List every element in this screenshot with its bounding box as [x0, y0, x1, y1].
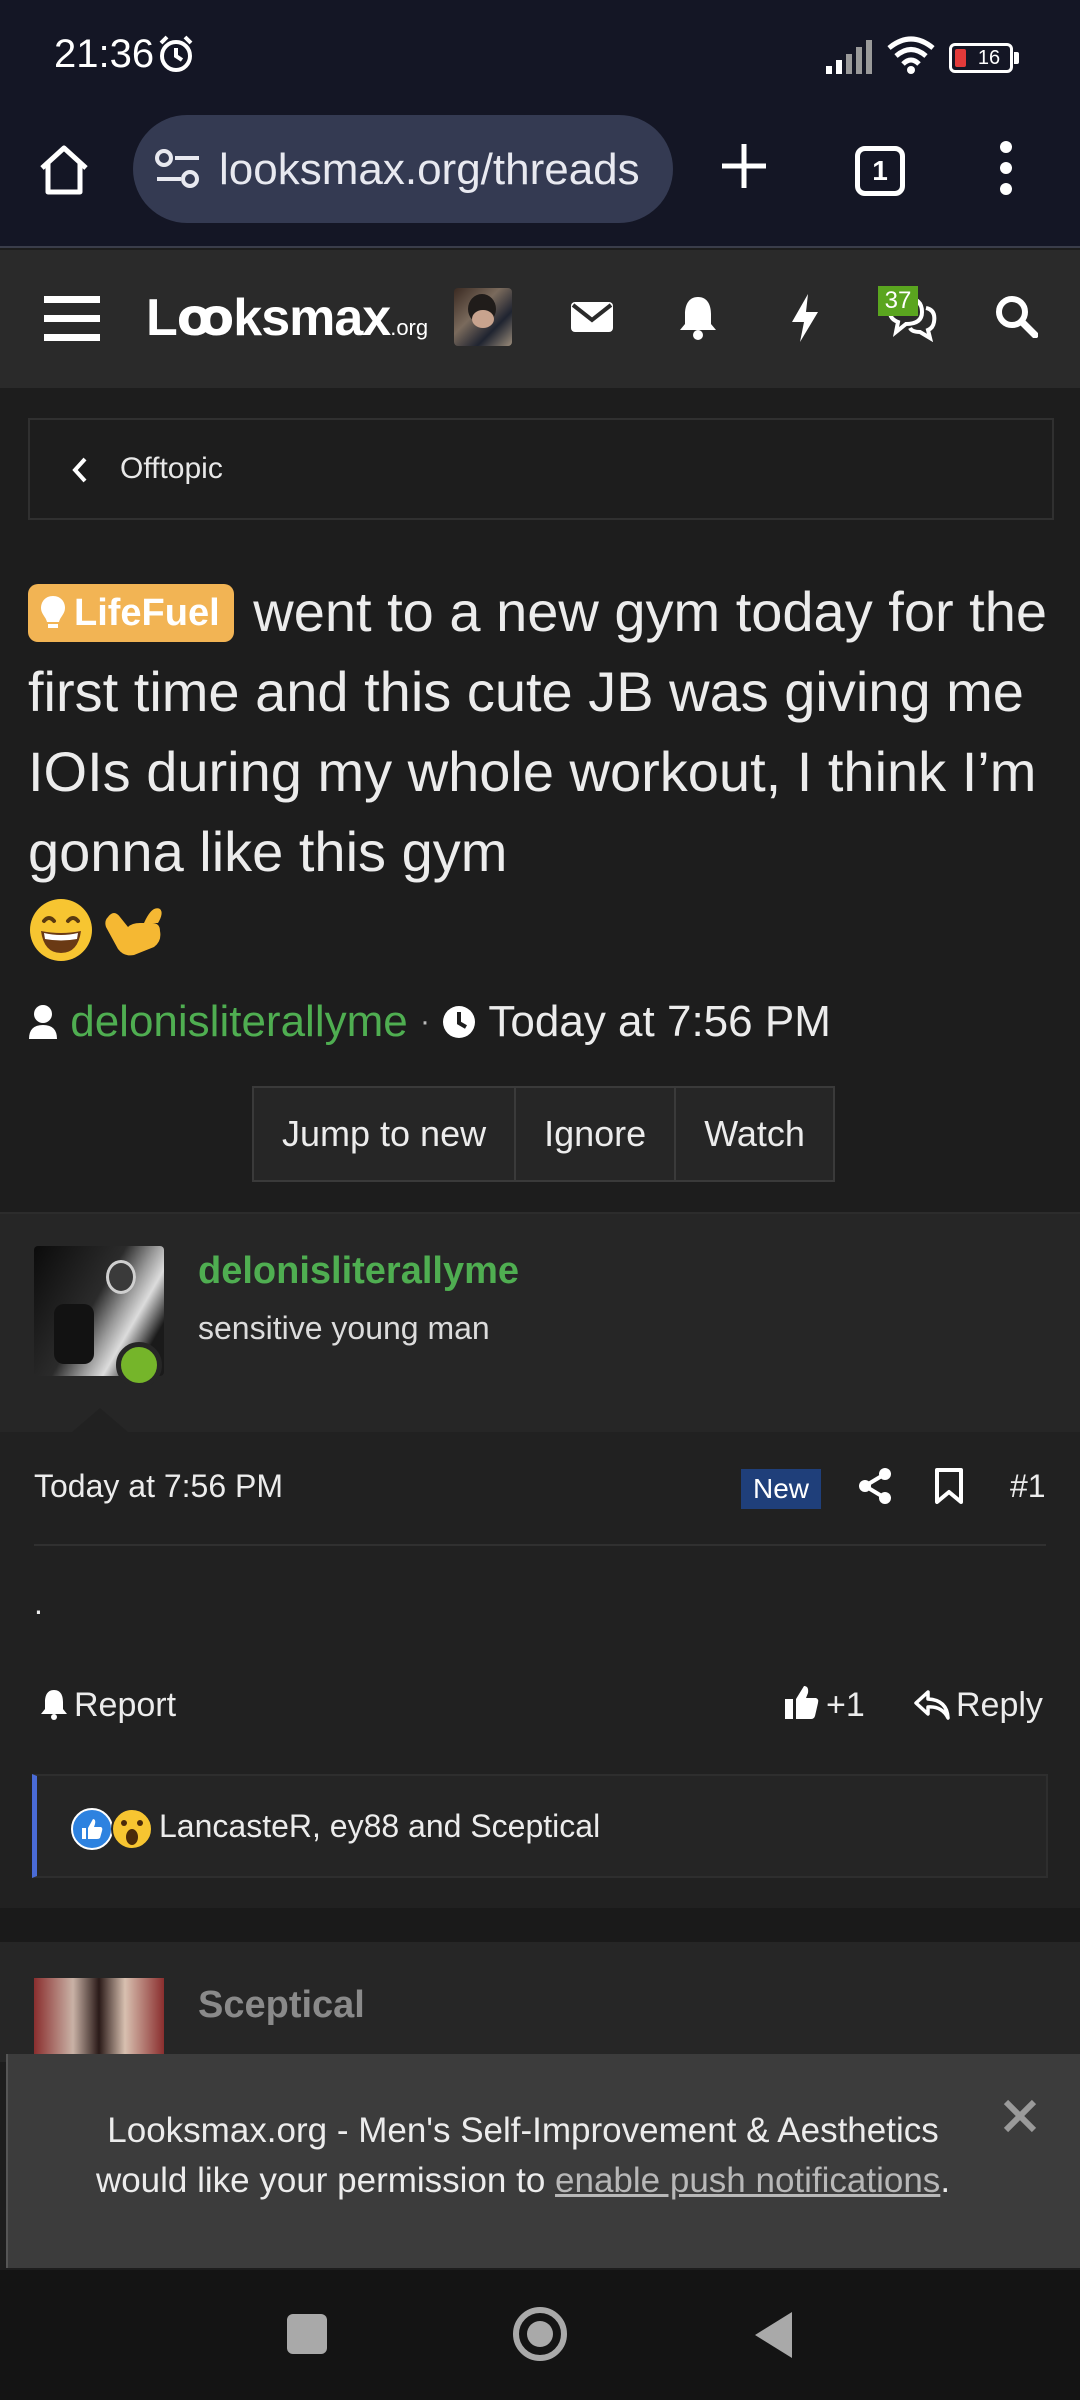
tab-switcher-button[interactable]: 1	[855, 146, 905, 196]
whats-new-icon[interactable]	[790, 294, 820, 342]
push-notice-line1: Looksmax.org - Men's Self-Improvement & …	[107, 2111, 939, 2150]
report-button[interactable]: Report	[40, 1686, 176, 1725]
push-notice-period: .	[940, 2161, 951, 2200]
battery-level: 16	[977, 47, 1001, 69]
account-avatar[interactable]	[454, 288, 512, 346]
reply-button[interactable]: Reply	[914, 1686, 1043, 1725]
jump-to-new-button[interactable]: Jump to new	[254, 1088, 517, 1180]
home-icon[interactable]	[36, 142, 92, 198]
thread-author-link[interactable]: delonisliterallyme	[70, 997, 407, 1047]
call-me-hand-emoji	[105, 908, 162, 956]
post-content: .	[34, 1585, 43, 1621]
reactions-bar[interactable]: LancasteR, ey88 and Sceptical	[32, 1774, 1048, 1878]
back-button[interactable]	[752, 2310, 794, 2360]
push-notice-message: Looksmax.org - Men's Self-Improvement & …	[48, 2106, 998, 2206]
like-label: +1	[826, 1686, 865, 1724]
chevron-left-icon	[72, 457, 87, 483]
alarm-icon	[159, 35, 193, 72]
push-notification-notice: Looksmax.org - Men's Self-Improvement & …	[6, 2054, 1080, 2268]
close-icon[interactable]	[1002, 2098, 1038, 2134]
post-user-title: sensitive young man	[198, 1310, 490, 1346]
grinning-face-emoji	[30, 899, 92, 961]
conversations-badge: 37	[878, 286, 918, 316]
byline-separator: ·	[419, 1005, 430, 1039]
thread-actions: Jump to new Ignore Watch	[252, 1086, 835, 1182]
signal-icon	[826, 40, 872, 74]
online-status-indicator	[116, 1342, 162, 1388]
wifi-icon	[887, 36, 935, 74]
post-username[interactable]: delonisliterallyme	[198, 1250, 519, 1293]
thread-time[interactable]: Today at 7:56 PM	[488, 997, 830, 1047]
url-text[interactable]: looksmax.org/threads	[219, 145, 640, 195]
next-post-header	[0, 1942, 1080, 2068]
thread-byline: delonisliterallyme · Today at 7:56 PM	[28, 995, 831, 1055]
bell-icon[interactable]	[678, 294, 718, 340]
ignore-button[interactable]: Ignore	[516, 1088, 677, 1180]
user-icon	[29, 1005, 57, 1040]
post-user-block	[0, 1212, 1080, 1432]
breadcrumb[interactable]: Offtopic	[28, 418, 1054, 520]
reactions-text[interactable]: LancasteR, ey88 and Sceptical	[159, 1808, 600, 1845]
site-logo[interactable]: Lꝏksmax.org	[146, 288, 428, 348]
post-date[interactable]: Today at 7:56 PM	[34, 1468, 283, 1505]
title-emoji: 😄🤙	[507, 812, 508, 813]
home-button[interactable]	[512, 2306, 568, 2362]
system-nav-bar	[0, 2270, 1080, 2400]
logo-text: Lꝏksmax	[146, 289, 391, 347]
like-button[interactable]: +1	[784, 1684, 865, 1725]
inbox-icon[interactable]	[570, 294, 614, 338]
reaction-icons	[71, 1808, 153, 1850]
new-tab-icon[interactable]	[718, 140, 770, 192]
breadcrumb-label[interactable]: Offtopic	[120, 452, 223, 486]
enable-push-link[interactable]: enable push notifications	[555, 2161, 940, 2200]
thread-title: LifeFuel went to a new gym today for the…	[28, 572, 1058, 972]
bell-icon	[41, 1690, 67, 1720]
report-label: Report	[74, 1686, 177, 1724]
thread-prefix[interactable]: LifeFuel	[28, 584, 234, 642]
share-icon[interactable]	[858, 1468, 892, 1504]
watch-button[interactable]: Watch	[676, 1088, 833, 1180]
prefix-label: LifeFuel	[74, 592, 220, 634]
status-time: 21:36	[54, 32, 155, 76]
reply-label: Reply	[956, 1686, 1043, 1724]
reply-icon	[914, 1690, 950, 1720]
search-icon[interactable]	[994, 294, 1038, 338]
site-header: Lꝏksmax.org 37	[0, 250, 1080, 388]
lightbulb-icon	[41, 596, 65, 628]
menu-icon[interactable]	[44, 294, 100, 344]
clock-icon	[443, 1006, 476, 1039]
bookmark-icon[interactable]	[934, 1468, 964, 1504]
logo-suffix: .org	[390, 315, 429, 340]
next-post-username[interactable]: Sceptical	[198, 1984, 365, 2027]
post-divider	[34, 1544, 1046, 1546]
new-badge: New	[741, 1469, 822, 1509]
wow-reaction-icon	[111, 1808, 153, 1850]
address-bar[interactable]: looksmax.org/threads	[133, 115, 673, 223]
thumbs-up-icon	[785, 1686, 819, 1719]
post-number[interactable]: #1	[1010, 1468, 1046, 1505]
browser-toolbar: looksmax.org/threads 1	[0, 110, 1080, 248]
post-caret	[72, 1408, 128, 1432]
battery-icon: 16	[949, 43, 1019, 73]
status-bar: 21:36 16	[0, 0, 1080, 110]
push-notice-line2: would like your permission to	[95, 2161, 556, 2200]
recents-button[interactable]	[287, 2314, 327, 2354]
like-reaction-icon	[71, 1808, 113, 1850]
post-separator	[0, 1908, 1080, 1942]
site-settings-icon[interactable]	[153, 147, 203, 191]
more-menu-icon[interactable]	[999, 140, 1013, 196]
